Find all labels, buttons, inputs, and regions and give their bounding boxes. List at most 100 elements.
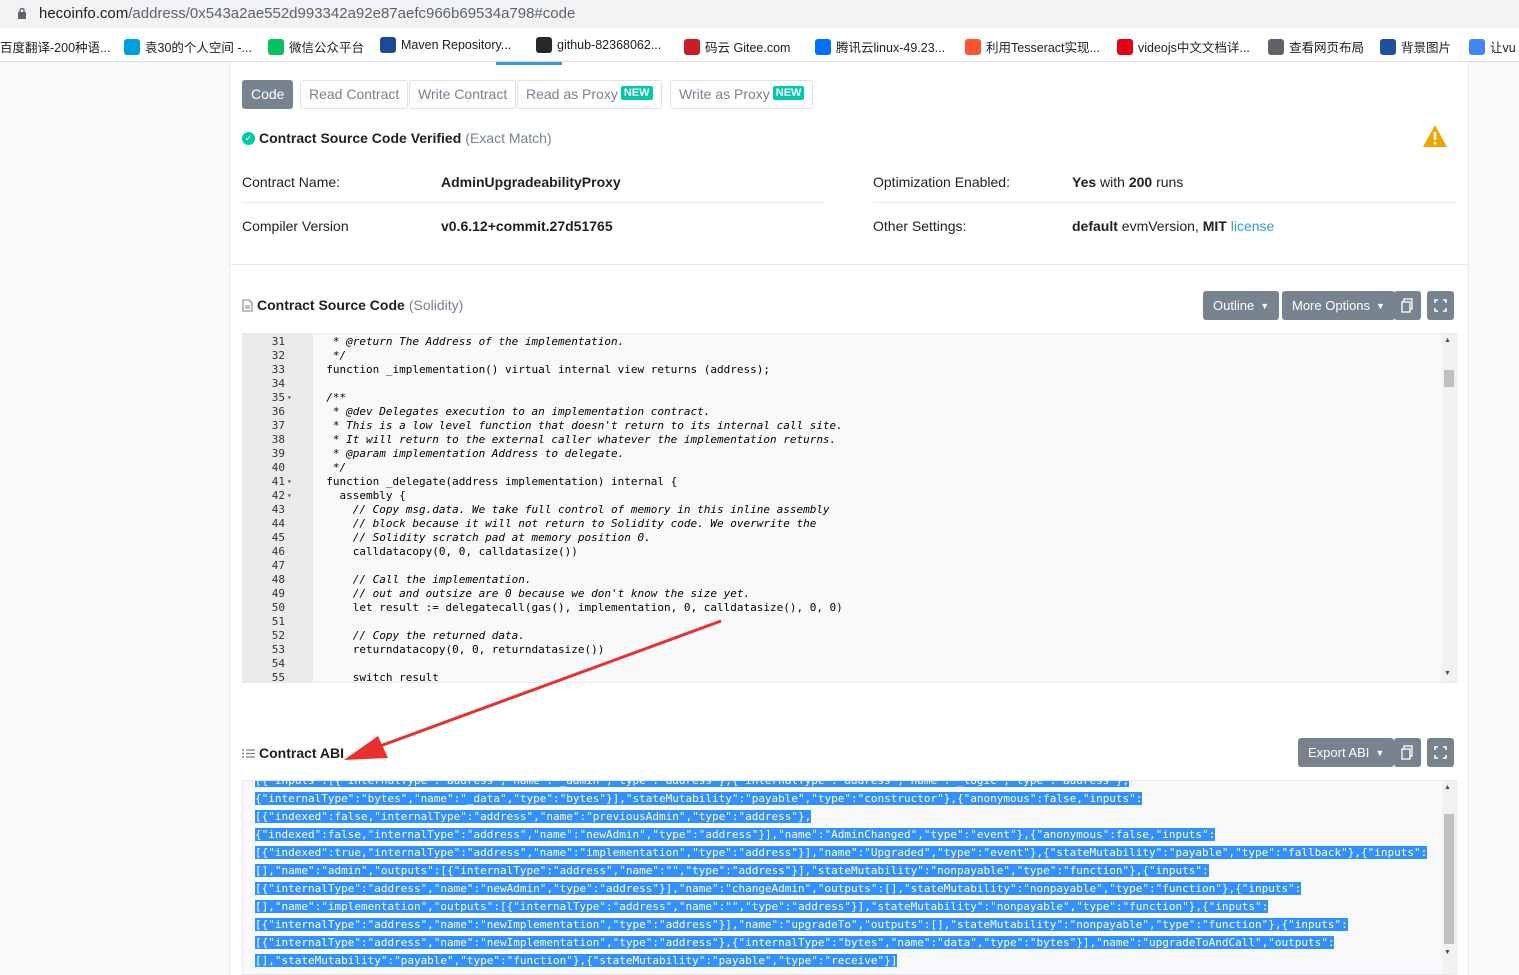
editor-scrollbar[interactable]: ▲ ▼ bbox=[1442, 334, 1456, 682]
line-number: 37 bbox=[271, 419, 285, 432]
tab-write-contract[interactable]: Write Contract bbox=[409, 80, 517, 109]
other-default: default bbox=[1072, 218, 1118, 234]
export-abi-button[interactable]: Export ABI ▼ bbox=[1298, 738, 1395, 767]
fold-toggle-icon[interactable]: ▾ bbox=[287, 391, 292, 405]
bookmark-item[interactable]: 利用Tesseract实现... bbox=[965, 37, 1100, 56]
abi-selected-text: [{"internalType":"address","name":"newAd… bbox=[255, 882, 1302, 895]
tab-read-contract[interactable]: Read Contract bbox=[300, 80, 409, 109]
fold-toggle-icon[interactable]: ▾ bbox=[287, 489, 292, 503]
warning-icon[interactable] bbox=[1422, 124, 1448, 148]
fullscreen-abi-button[interactable] bbox=[1427, 738, 1454, 767]
new-badge: NEW bbox=[772, 86, 805, 100]
code-line: 50 let result := delegatecall(gas(), imp… bbox=[243, 601, 1433, 615]
bookmark-item[interactable]: 百度翻译-200种语... bbox=[0, 37, 110, 56]
bookmark-label: Maven Repository... bbox=[401, 38, 512, 52]
outline-button[interactable]: Outline ▼ bbox=[1203, 291, 1280, 320]
optimization-runs: 200 bbox=[1128, 174, 1153, 190]
contract-abi-textarea[interactable]: [{"inputs":[{"internalType":"address","n… bbox=[242, 780, 1457, 975]
fullscreen-source-button[interactable] bbox=[1427, 291, 1454, 320]
code-line: 53 returndatacopy(0, 0, returndatasize()… bbox=[243, 643, 1433, 657]
more-options-button[interactable]: More Options ▼ bbox=[1282, 291, 1395, 320]
code-text: * @param implementation Address to deleg… bbox=[313, 447, 625, 460]
code-line: 40 */ bbox=[243, 461, 1433, 475]
code-text: // Copy the returned data. bbox=[313, 629, 525, 642]
contract-name-label: Contract Name: bbox=[242, 174, 341, 190]
line-number: 44 bbox=[271, 517, 285, 530]
bookmark-favicon-icon bbox=[684, 38, 700, 55]
abi-line: [],"stateMutability":"payable","type":"f… bbox=[255, 952, 898, 970]
line-number: 31 bbox=[271, 335, 285, 348]
code-line: 55 switch result bbox=[243, 671, 1433, 682]
bookmark-label: 让vu bbox=[1490, 41, 1516, 55]
contract-card: Code Read Contract Write Contract Read a… bbox=[229, 62, 1469, 975]
other-settings-value: default evmVersion, MIT license bbox=[1072, 218, 1274, 234]
bookmark-item[interactable]: 背景图片 bbox=[1380, 37, 1451, 56]
check-circle-icon: ✓ bbox=[242, 131, 255, 145]
line-number: 42 bbox=[271, 489, 285, 502]
bookmark-item[interactable]: 袁30的个人空间 -... bbox=[124, 37, 252, 56]
scroll-down-arrow-icon[interactable]: ▼ bbox=[1444, 670, 1451, 677]
bookmark-favicon-icon bbox=[1380, 38, 1396, 55]
line-number: 36 bbox=[271, 405, 285, 418]
abi-selected-text: {"internalType":"bytes","name":"_data","… bbox=[255, 792, 1143, 805]
divider bbox=[873, 202, 1456, 203]
abi-selected-text: [{"indexed":false,"internalType":"addres… bbox=[255, 810, 812, 823]
bookmark-label: 查看网页布局 bbox=[1289, 41, 1365, 55]
scroll-down-arrow-icon[interactable]: ▼ bbox=[1444, 949, 1451, 956]
code-line: 46 calldatacopy(0, 0, calldatasize()) bbox=[243, 545, 1433, 559]
line-number: 41 bbox=[271, 475, 285, 488]
verified-subtitle: (Exact Match) bbox=[465, 130, 552, 146]
code-text: // Solidity scratch pad at memory positi… bbox=[313, 531, 651, 544]
bookmark-item[interactable]: github-82368062... bbox=[536, 37, 661, 53]
code-text: assembly { bbox=[313, 489, 406, 502]
code-text: // Copy msg.data. We take full control o… bbox=[313, 503, 830, 516]
abi-line: {"internalType":"bytes","name":"_data","… bbox=[255, 790, 1143, 808]
tab-code[interactable]: Code bbox=[242, 80, 294, 109]
abi-scrollbar[interactable]: ▲ ▼ bbox=[1442, 781, 1456, 974]
copy-abi-button[interactable] bbox=[1394, 738, 1421, 767]
active-tab-underline bbox=[496, 62, 562, 65]
abi-line: [],"name":"admin","outputs":[{"internalT… bbox=[255, 862, 1209, 880]
scrollbar-thumb[interactable] bbox=[1444, 814, 1454, 944]
line-number: 54 bbox=[271, 657, 285, 670]
other-mit: MIT bbox=[1202, 218, 1227, 234]
source-code-editor[interactable]: 31 * @return The Address of the implemen… bbox=[242, 333, 1457, 683]
abi-line: [],"name":"implementation","outputs":[{"… bbox=[255, 898, 1269, 916]
abi-selected-text: [],"stateMutability":"payable","type":"f… bbox=[255, 954, 898, 967]
line-number: 53 bbox=[271, 643, 285, 656]
scrollbar-thumb[interactable] bbox=[1444, 370, 1454, 387]
fold-toggle-icon[interactable]: ▾ bbox=[287, 475, 292, 489]
expand-icon bbox=[1434, 746, 1447, 759]
optimization-runs-suffix: runs bbox=[1152, 174, 1184, 190]
bookmark-item[interactable]: 微信公众平台 bbox=[268, 37, 364, 56]
code-text: function _delegate(address implementatio… bbox=[313, 475, 678, 488]
code-line: 38 * It will return to the external call… bbox=[243, 433, 1433, 447]
tab-read-as-proxy[interactable]: Read as Proxy NEW bbox=[517, 80, 662, 109]
license-link[interactable]: license bbox=[1231, 218, 1275, 234]
line-number: 50 bbox=[271, 601, 285, 614]
abi-selected-text: [],"name":"implementation","outputs":[{"… bbox=[255, 900, 1269, 913]
bookmark-item[interactable]: 腾讯云linux-49.23... bbox=[815, 37, 945, 56]
list-icon bbox=[242, 748, 255, 758]
scroll-up-arrow-icon[interactable]: ▲ bbox=[1444, 784, 1451, 791]
code-text: // Call the implementation. bbox=[313, 573, 532, 586]
code-line: 41 ▾ function _delegate(address implement… bbox=[243, 475, 1433, 489]
abi-line: {"indexed":false,"internalType":"address… bbox=[255, 826, 1216, 844]
code-text: */ bbox=[313, 349, 347, 362]
bookmark-item[interactable]: videojs中文文档详... bbox=[1117, 37, 1250, 56]
tab-write-as-proxy[interactable]: Write as Proxy NEW bbox=[670, 80, 814, 109]
bookmark-label: 利用Tesseract实现... bbox=[986, 41, 1100, 55]
contract-abi-title: Contract ABI bbox=[259, 745, 345, 761]
outline-label: Outline bbox=[1213, 298, 1255, 313]
copy-icon bbox=[1401, 298, 1413, 313]
code-text: let result := delegatecall(gas(), implem… bbox=[313, 601, 843, 614]
url-text[interactable]: hecoinfo.com/address/0x543a2ae552d993342… bbox=[39, 5, 575, 22]
bookmark-item[interactable]: 让vu bbox=[1469, 37, 1516, 56]
browser-address-bar[interactable]: hecoinfo.com/address/0x543a2ae552d993342… bbox=[0, 0, 1519, 28]
copy-source-button[interactable] bbox=[1394, 291, 1421, 320]
bookmark-item[interactable]: 码云 Gitee.com bbox=[684, 37, 790, 56]
scroll-up-arrow-icon[interactable]: ▲ bbox=[1444, 337, 1451, 344]
bookmark-item[interactable]: Maven Repository... bbox=[380, 37, 511, 53]
line-number: 33 bbox=[271, 363, 285, 376]
bookmark-item[interactable]: 查看网页布局 bbox=[1268, 37, 1364, 56]
